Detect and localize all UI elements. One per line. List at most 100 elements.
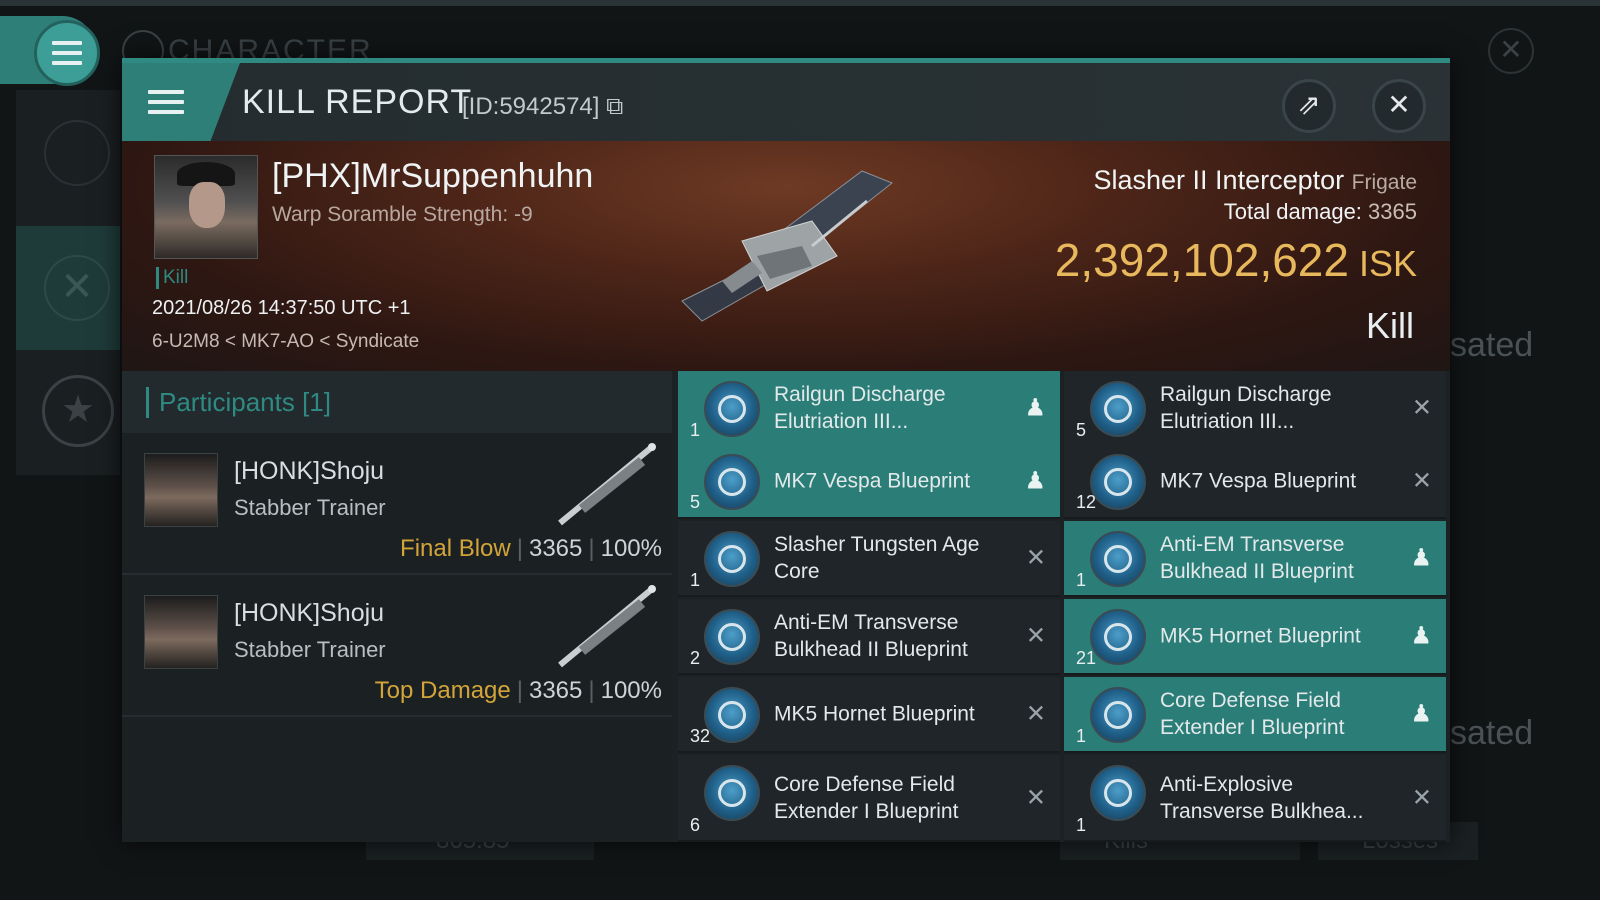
weapon-icon (558, 585, 656, 668)
item-name: Railgun Discharge Elutriation III... (774, 383, 946, 433)
item-tile[interactable]: 1 Anti-Explosive Transverse Bulkhea... ✕ (1064, 755, 1446, 842)
participant-portrait[interactable] (144, 595, 218, 669)
item-quantity: 1 (1076, 726, 1087, 746)
share-button[interactable]: ⇗ (1282, 79, 1336, 133)
item-name: Slasher Tungsten Age Core (774, 533, 980, 583)
close-icon: ✕ (1411, 784, 1432, 811)
close-icon: ✕ (1025, 700, 1046, 728)
ship-image (681, 170, 893, 322)
item-icon (1090, 454, 1146, 510)
window-title: KILL REPORT (242, 83, 473, 121)
victim-subtitle: Warp Soramble Strength: -9 (272, 203, 533, 226)
item-quantity: 1 (690, 420, 701, 440)
item-name: MK7 Vespa Blueprint (774, 469, 971, 492)
victim-portrait[interactable] (154, 155, 258, 259)
crossed-swords-icon[interactable]: ✕ (44, 255, 110, 321)
user-icon: ♟ (1024, 467, 1046, 494)
copy-icon[interactable]: ⧉ (606, 93, 623, 120)
isk-value: 2,392,102,622 ISK (1055, 233, 1417, 287)
item-name: Anti-EM Transverse Bulkhead II Blueprint (1160, 533, 1354, 583)
participant-ship: Stabber Trainer (234, 495, 386, 520)
item-icon (704, 609, 760, 665)
participant-name: [HONK]Shoju (234, 599, 385, 627)
participant-portrait[interactable] (144, 453, 218, 527)
item-tile[interactable]: 32 MK5 Hornet Blueprint ✕ (678, 677, 1060, 753)
isk-amount: 2,392,102,622 (1054, 234, 1349, 286)
participant-damage: 3365 (528, 535, 583, 562)
user-icon: ♟ (1410, 544, 1432, 572)
item-name: Anti-EM Transverse Bulkhead II Blueprint (774, 611, 968, 661)
item-quantity: 2 (690, 648, 701, 668)
item-quantity: 32 (690, 726, 711, 746)
result-label: Kill (1365, 305, 1414, 346)
item-quantity: 1 (1076, 815, 1087, 835)
top-bar (0, 0, 1600, 6)
item-icon (704, 454, 760, 510)
close-icon: ✕ (1411, 467, 1432, 494)
background-text: sated (1450, 714, 1534, 752)
item-icon (1090, 531, 1146, 587)
participant-role: Final Blow (400, 535, 511, 562)
participant-ship: Stabber Trainer (234, 637, 386, 662)
item-tile[interactable]: 1 Slasher Tungsten Age Core ✕ (678, 521, 1060, 597)
user-icon: ♟ (1410, 700, 1432, 728)
kill-date: 2021/08/26 14:37:50 UTC +1 (152, 297, 411, 319)
item-name: Core Defense Field Extender I Blueprint (1160, 689, 1345, 739)
menu-icon (148, 90, 184, 114)
item-icon (1090, 381, 1146, 437)
close-icon: ✕ (1387, 89, 1411, 120)
items-grid: 1 Railgun Discharge Elutriation III... ♟ 5 R… (678, 371, 1450, 842)
close-icon: ✕ (1025, 622, 1046, 650)
background-text: sated (1450, 326, 1534, 364)
item-name: Anti-Explosive Transverse Bulkhea... (1160, 772, 1364, 823)
ship-class: Frigate (1351, 171, 1417, 194)
item-tile[interactable]: 5 Railgun Discharge Elutriation III... ✕ (1064, 371, 1446, 447)
participant-damage: 3365 (528, 677, 583, 704)
ship-name[interactable]: Slasher II Interceptor Frigate (1094, 165, 1418, 196)
item-tile[interactable]: 2 Anti-EM Transverse Bulkhead II Blueprin… (678, 599, 1060, 675)
item-icon (704, 687, 760, 743)
item-quantity: 21 (1076, 648, 1097, 668)
share-icon: ⇗ (1297, 89, 1321, 120)
close-button[interactable]: ✕ (1372, 79, 1426, 133)
item-quantity: 5 (1076, 420, 1087, 440)
isk-unit: ISK (1358, 243, 1417, 284)
item-tile[interactable]: 1 Anti-EM Transverse Bulkhead II Blueprin… (1064, 521, 1446, 597)
close-icon: ✕ (1411, 394, 1432, 422)
item-quantity: 12 (1076, 492, 1097, 512)
victim-name[interactable]: [PHX]MrSuppenhuhn (272, 157, 593, 196)
item-tile[interactable]: 21 MK5 Hornet Blueprint ♟ (1064, 599, 1446, 675)
item-icon (1090, 765, 1146, 821)
item-tile[interactable]: 1 Core Defense Field Extender I Blueprint… (1064, 677, 1446, 753)
item-tile[interactable]: 5 MK7 Vespa Blueprint ♟ (678, 444, 1060, 519)
item-quantity: 1 (690, 570, 701, 590)
item-icon (1090, 609, 1146, 665)
item-tile[interactable]: 12 MK7 Vespa Blueprint ✕ (1064, 444, 1446, 519)
star-icon[interactable]: ★ (42, 375, 114, 447)
user-icon: ♟ (1024, 394, 1046, 422)
background-close-icon[interactable]: ✕ (1488, 28, 1534, 74)
report-id[interactable]: [ID:5942574] ⧉ (462, 93, 623, 121)
kill-location[interactable]: 6-U2M8 < MK7-AO < Syndicate (152, 331, 419, 353)
participants-header: Participants [1] (122, 371, 672, 433)
participant-row[interactable]: [HONK]Shoju Stabber Trainer Top Damage | 3… (122, 575, 672, 717)
victim-banner: [PHX]MrSuppenhuhn Warp Soramble Strength… (122, 141, 1450, 371)
kill-report-window: KILL REPORT [ID:5942574] ⧉ ⇗ ✕ [PHX]MrSu… (122, 58, 1450, 842)
main-menu-button[interactable] (0, 16, 100, 86)
participant-row[interactable]: [HONK]Shoju Stabber Trainer Final Blow | 3… (122, 433, 672, 575)
participant-percent: 100% (600, 677, 662, 704)
menu-icon (34, 20, 100, 86)
item-name: Railgun Discharge Elutriation III... (1160, 383, 1332, 433)
background-sidebar: ✕ ★ (16, 90, 120, 475)
window-header: KILL REPORT [ID:5942574] ⧉ ⇗ ✕ (122, 63, 1450, 141)
item-tile[interactable]: 1 Railgun Discharge Elutriation III... ♟ (678, 371, 1060, 447)
participant-stats: Final Blow | 3365 | 100% (400, 535, 662, 562)
report-menu-button[interactable] (122, 63, 240, 141)
participants-panel: Participants [1] [HONK]Shoju Stabber Tra… (122, 371, 672, 842)
item-quantity: 1 (1076, 570, 1087, 590)
item-tile[interactable]: 6 Core Defense Field Extender I Blueprint… (678, 755, 1060, 842)
list-tab-icon[interactable] (44, 120, 110, 186)
close-icon: ✕ (1025, 784, 1046, 811)
total-damage-value: 3365 (1368, 199, 1417, 224)
participant-percent: 100% (600, 535, 662, 562)
